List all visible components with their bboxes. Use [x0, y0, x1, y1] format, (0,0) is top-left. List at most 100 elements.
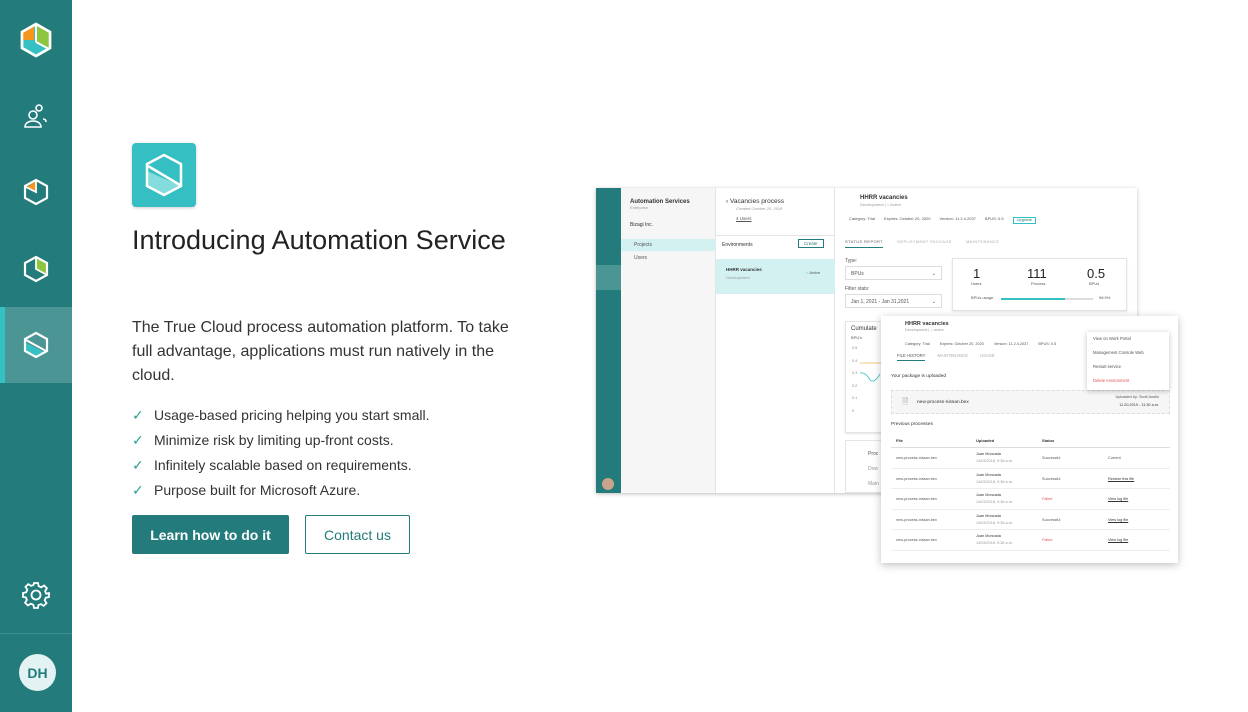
feature-item: ✓ Purpose built for Microsoft Azure.: [132, 478, 429, 503]
overlay-uploaded-heading: Your package is uploaded: [891, 374, 947, 379]
row-action: View log file: [1108, 497, 1129, 501]
table-row: new-process-nissan.bex Juan Moncada 14/03/…: [891, 448, 1170, 469]
overlay-menu: View on Work Portal Management Console W…: [1087, 332, 1169, 390]
column-header: File: [896, 438, 903, 443]
check-icon: ✓: [132, 482, 144, 498]
row-action: Current: [1108, 456, 1121, 460]
preview-process-col: Proc: [868, 451, 879, 457]
preview-process-row: Main: [868, 481, 879, 487]
row-action: View log file: [1108, 538, 1129, 542]
automation-service-logo: [132, 143, 196, 207]
preview-process-users: 4 Users: [736, 216, 752, 221]
table-row: new-process-nissan.bex Juan Moncada 14/03/…: [891, 510, 1170, 530]
row-user: Juan Moncada: [976, 472, 1001, 477]
chart-tick: 0: [852, 408, 855, 413]
table-row: new-process-nissan.bex Juan Moncada 14/03/…: [891, 469, 1170, 489]
sidebar-item-process[interactable]: [0, 154, 72, 230]
feature-text: Infinitely scalable based on requirement…: [154, 457, 412, 473]
overlay-file-name: new-process-nissan.bex: [917, 400, 969, 405]
row-status: Failed: [1042, 538, 1053, 542]
overlay-file-box: 🗎 new-process-nissan.bex Uploaded by: Sc…: [891, 390, 1170, 414]
preview-process-created: Created October 20, 2018: [736, 206, 783, 211]
table-header: File Uploaded Status: [891, 436, 1170, 448]
check-icon: ✓: [132, 407, 144, 423]
automation-service-icon: [145, 153, 183, 197]
overlay-table: File Uploaded Status new-process-nissan.bex…: [891, 436, 1170, 551]
automation-logo-icon: [20, 22, 52, 58]
preview-env-name: HHRR vacancies: [726, 267, 762, 272]
feature-item: ✓ Minimize risk by limiting up-front cost…: [132, 428, 429, 453]
preview-tabs: STATUS REPORT DEPLOYMENT PACKAGE MAINTENAN…: [845, 239, 999, 248]
check-icon: ✓: [132, 457, 144, 473]
row-status: Successful: [1042, 456, 1061, 460]
row-date: 14/03/2018, 9:36 a.m.: [976, 520, 1013, 525]
settings-button[interactable]: [0, 557, 72, 633]
feature-text: Minimize risk by limiting up-front costs…: [154, 432, 394, 448]
row-user: Juan Moncada: [976, 452, 1001, 456]
preview-process-title: ‹ Vacancies process: [726, 198, 785, 205]
preview-process-panel: ‹ Vacancies process Created October 20, …: [716, 188, 835, 493]
row-action: Restore this file: [1108, 476, 1135, 481]
feature-item: ✓ Usage-based pricing helping you start s…: [132, 403, 429, 428]
menu-item: Restart service: [1093, 364, 1121, 369]
learn-how-button[interactable]: Learn how to do it: [132, 515, 289, 554]
overlay-tabs: FILE HISTORY MAINTENANCE USAGE: [897, 353, 995, 362]
row-user: Juan Moncada: [976, 534, 1001, 538]
sidebar-item-analytics[interactable]: [0, 231, 72, 307]
overlay-sub: Development | ○ active: [905, 328, 944, 332]
sidebar: DH: [0, 0, 72, 712]
contact-us-button[interactable]: Contact us: [305, 515, 410, 554]
row-action: View log file: [1108, 517, 1129, 522]
row-status: Successful: [1042, 476, 1061, 481]
row-status: Failed: [1042, 497, 1053, 501]
sidebar-item-users[interactable]: [0, 78, 72, 154]
preview-filter-label: Filter stats:: [845, 286, 870, 292]
overlay-meta: Category: Trial Expires: October 20, 2020…: [905, 342, 1057, 346]
preview-environments-label: Environments: [722, 242, 753, 248]
sidebar-item-home[interactable]: [0, 2, 72, 78]
table-row: new-process-nissan.bex Juan Moncada 14/03/…: [891, 530, 1170, 551]
feature-text: Purpose built for Microsoft Azure.: [154, 482, 361, 498]
row-date: 14/03/2018, 9:36 a.m.: [976, 459, 1013, 463]
preview-env-type: Development: [726, 275, 750, 280]
sidebar-item-automation-service[interactable]: [0, 307, 72, 383]
preview-filter-select: Jan 1, 2021 - Jan 31,2021 ⌄: [845, 294, 942, 308]
overlay-uploaded-by: Uploaded by: Scott Austin: [1115, 395, 1159, 399]
chart-tick: 0.1: [852, 396, 858, 400]
preview-chart-title: Cumulate: [851, 326, 877, 332]
preview-chart-ylabel: BPU's: [851, 335, 862, 340]
table-row: new-process-nissan.bex Juan Moncada 14/03/…: [891, 489, 1170, 510]
preview-org: Bizagi Inc.: [630, 222, 654, 228]
row-user: Juan Moncada: [976, 493, 1001, 497]
row-file: new-process-nissan.bex: [896, 517, 937, 522]
row-file: new-process-nissan.bex: [896, 456, 937, 460]
feature-text: Usage-based pricing helping you start sm…: [154, 407, 430, 423]
preview-nav-item: Users: [634, 255, 648, 261]
preview-detail-sub: Development | ○ Active: [860, 202, 902, 207]
preview-stats-card: 1 Users 111 Process 0.5 BPUs BPUs usage …: [952, 258, 1127, 311]
process-icon: [23, 178, 49, 206]
page-description: The True Cloud process automation platfo…: [132, 319, 509, 384]
menu-item: View on Work Portal: [1093, 336, 1131, 341]
row-date: 14/03/2018, 9:36 a.m.: [976, 541, 1013, 545]
preview-usage-label: BPUs usage: [971, 295, 994, 300]
preview-type-select: BPUs ⌄: [845, 266, 942, 280]
overlay-uploaded-at: 11.20.2019 - 11:30 a.m.: [1119, 403, 1159, 407]
row-date: 14/03/2018, 9:36 a.m.: [976, 479, 1013, 484]
preview-nav-item: Projects: [634, 242, 653, 248]
preview-stat-value: 1: [973, 266, 981, 281]
preview-nav-sub: Enterprise: [630, 205, 649, 210]
preview-sidebar: [596, 188, 621, 493]
menu-item: Management Console Web: [1093, 350, 1144, 355]
feature-item: ✓ Infinitely scalable based on requiremen…: [132, 453, 429, 478]
chart-tick: 0.3: [852, 371, 858, 375]
check-icon: ✓: [132, 432, 144, 448]
sidebar-divider: [0, 633, 72, 634]
preview-overlay-card: HHRR vacancies Development | ○ active Ca…: [881, 316, 1178, 563]
preview-create-button: Create: [798, 239, 824, 249]
column-header: Uploaded: [976, 438, 995, 443]
preview-meta: Category: Trial Expires: October 20, 2020…: [849, 216, 1036, 224]
overlay-previous-heading: Previous processes: [891, 422, 933, 427]
avatar[interactable]: DH: [19, 654, 56, 691]
feature-list: ✓ Usage-based pricing helping you start s…: [132, 403, 429, 503]
